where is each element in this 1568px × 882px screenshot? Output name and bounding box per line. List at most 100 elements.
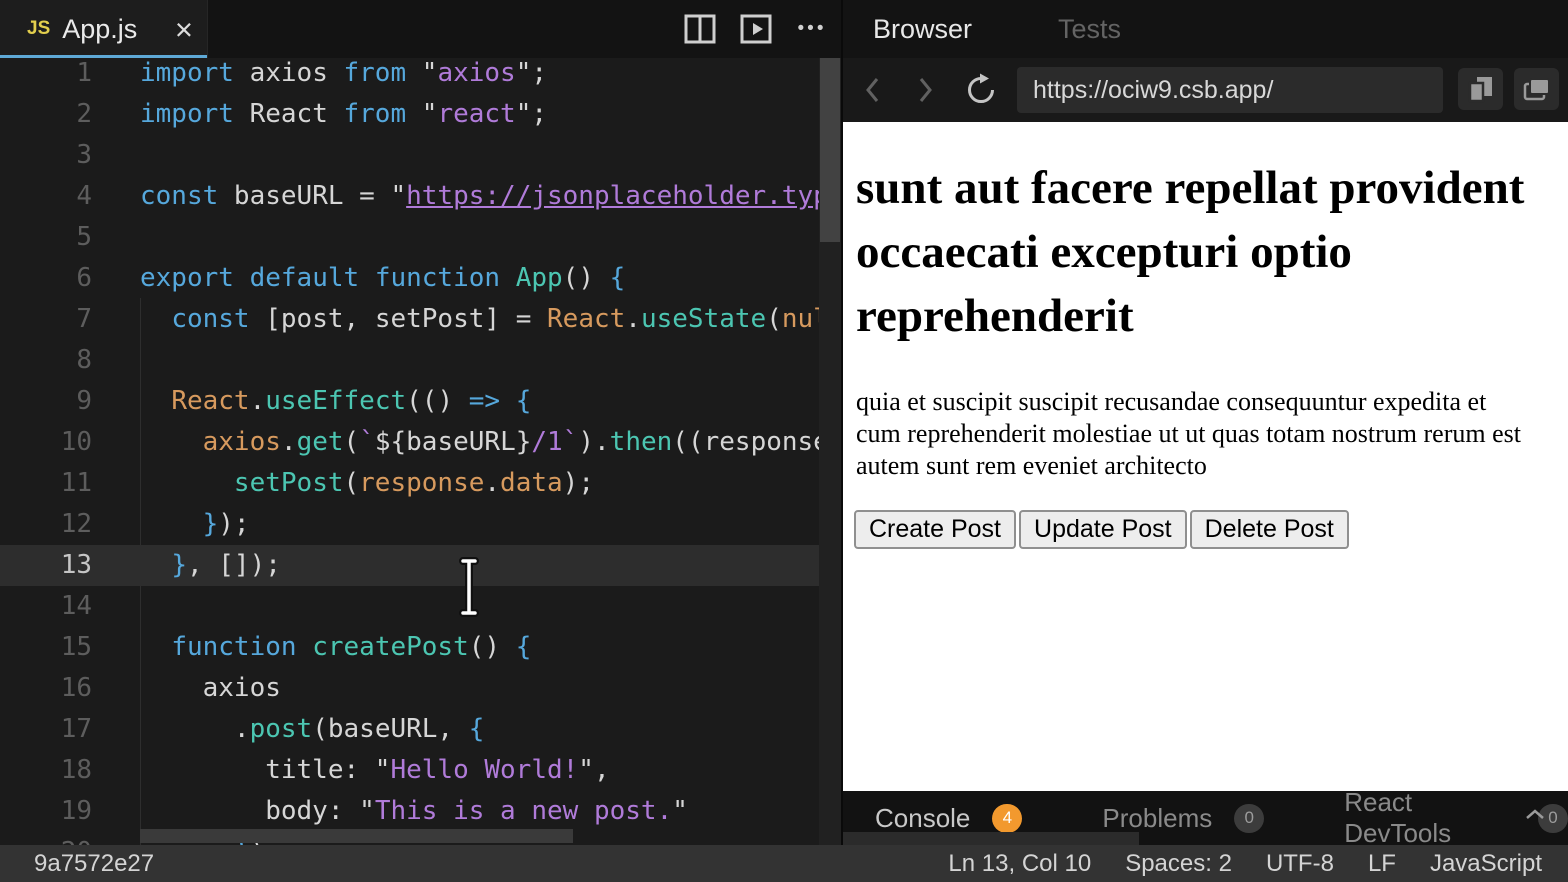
tab-label: App.js (62, 14, 137, 45)
line-number: 20 (0, 832, 92, 845)
code-line[interactable]: 12 }); (0, 504, 841, 545)
code-line[interactable]: 2import React from "react"; (0, 94, 841, 135)
delete-post-button[interactable]: Delete Post (1190, 510, 1349, 549)
devtools-active-strip (843, 832, 1139, 845)
refresh-button[interactable] (961, 58, 1001, 122)
update-post-button[interactable]: Update Post (1019, 510, 1187, 549)
code-line[interactable]: 11 setPost(response.data); (0, 463, 841, 504)
code-text (92, 586, 140, 627)
javascript-file-icon: JS (27, 18, 50, 40)
code-line[interactable]: 8 (0, 340, 841, 381)
status-item-javascript[interactable]: JavaScript (1430, 850, 1542, 878)
code-text: }); (92, 504, 250, 545)
code-line[interactable]: 5 (0, 217, 841, 258)
line-number: 11 (0, 463, 92, 504)
close-tab-icon[interactable]: × (175, 14, 193, 45)
status-right-items: Ln 13, Col 10 Spaces: 2 UTF-8 LF JavaScript (948, 850, 1542, 878)
preview-play-icon (740, 14, 772, 44)
editor-tabbar: JS App.js × ••• (0, 0, 841, 58)
line-number: 12 (0, 504, 92, 545)
new-window-icon (1468, 75, 1494, 103)
code-line[interactable]: 9 React.useEffect(() => { (0, 381, 841, 422)
post-body: quia et suscipit suscipit recusandae con… (843, 386, 1536, 482)
devtools-tab-label: React DevTools (1344, 787, 1516, 849)
line-number: 7 (0, 299, 92, 340)
line-number: 1 (0, 58, 92, 94)
chevron-left-icon (861, 72, 885, 108)
preview-tab-tests[interactable]: Tests (1058, 14, 1121, 45)
code-line[interactable]: 16 axios (0, 668, 841, 709)
post-title: sunt aut facere repellat provident occae… (843, 156, 1546, 348)
devtools-tab-console[interactable]: Console4 (875, 803, 1022, 834)
line-number: 13 (0, 545, 92, 586)
code-editor[interactable]: 1import axios from "axios";2import React… (0, 58, 841, 845)
code-line[interactable]: 4const baseURL = "https://jsonplaceholde… (0, 176, 841, 217)
commit-hash: 9a7572e27 (34, 850, 154, 878)
chevron-right-icon (913, 72, 937, 108)
code-text: axios.get(`${baseURL}/1`).then((response… (92, 422, 841, 463)
line-number: 15 (0, 627, 92, 668)
code-line[interactable]: 1import axios from "axios"; (0, 58, 841, 94)
chevron-up-icon (1524, 807, 1546, 821)
code-text: const baseURL = "https://jsonplaceholder… (92, 176, 841, 217)
more-actions-button[interactable]: ••• (789, 0, 835, 58)
devtools-tab-problems[interactable]: Problems0 (1102, 803, 1264, 834)
code-text: function createPost() { (92, 627, 531, 668)
url-input[interactable] (1017, 67, 1443, 113)
line-number: 17 (0, 709, 92, 750)
split-view-icon (684, 14, 716, 44)
code-line[interactable]: 14 (0, 586, 841, 627)
code-text: body: "This is a new post." (92, 791, 688, 832)
code-line[interactable]: 7 const [post, setPost] = React.useState… (0, 299, 841, 340)
count-badge: 4 (992, 804, 1022, 833)
text-cursor-icon (455, 556, 483, 618)
code-text: title: "Hello World!", (92, 750, 610, 791)
horizontal-scrollbar-thumb[interactable] (140, 829, 573, 843)
line-number: 14 (0, 586, 92, 627)
collapse-panel-button[interactable] (1524, 807, 1546, 826)
code-line[interactable]: 15 function createPost() { (0, 627, 841, 668)
code-line[interactable]: 3 (0, 135, 841, 176)
line-number: 19 (0, 791, 92, 832)
open-preview-button[interactable] (733, 0, 779, 58)
duplicate-preview-button[interactable] (1514, 68, 1559, 110)
editor-pane: JS App.js × ••• 1import (0, 0, 843, 845)
line-number: 10 (0, 422, 92, 463)
status-item-spaces-2[interactable]: Spaces: 2 (1125, 850, 1232, 878)
status-item-lf[interactable]: LF (1368, 850, 1396, 878)
code-line[interactable]: 6export default function App() { (0, 258, 841, 299)
codesandbox-window: JS App.js × ••• 1import (0, 0, 1568, 882)
line-number: 5 (0, 217, 92, 258)
code-text: axios (92, 668, 281, 709)
code-lines: 1import axios from "axios";2import React… (0, 58, 841, 845)
browser-viewport: sunt aut facere repellat provident occae… (843, 122, 1568, 791)
forward-button[interactable] (905, 58, 945, 122)
vertical-scrollbar[interactable] (819, 58, 841, 845)
browser-navbar (843, 58, 1568, 122)
line-number: 4 (0, 176, 92, 217)
code-text: }, []); (92, 545, 281, 586)
status-item-utf-8[interactable]: UTF-8 (1266, 850, 1334, 878)
split-editor-button[interactable] (677, 0, 723, 58)
code-line[interactable]: 17 .post(baseURL, { (0, 709, 841, 750)
code-line[interactable]: 13 }, []); (0, 545, 841, 586)
open-in-new-window-button[interactable] (1458, 68, 1503, 110)
ellipsis-icon: ••• (798, 18, 827, 40)
code-text (92, 340, 140, 381)
code-text: export default function App() { (92, 258, 625, 299)
preview-tab-browser[interactable]: Browser (873, 14, 972, 45)
line-number: 18 (0, 750, 92, 791)
line-number: 3 (0, 135, 92, 176)
line-number: 8 (0, 340, 92, 381)
status-item-ln-13-col-10[interactable]: Ln 13, Col 10 (948, 850, 1091, 878)
code-line[interactable]: 18 title: "Hello World!", (0, 750, 841, 791)
code-line[interactable]: 10 axios.get(`${baseURL}/1`).then((respo… (0, 422, 841, 463)
create-post-button[interactable]: Create Post (854, 510, 1016, 549)
tab-app-js[interactable]: JS App.js × (0, 0, 208, 58)
code-line[interactable]: 19 body: "This is a new post." (0, 791, 841, 832)
code-text (92, 135, 140, 176)
code-text: import axios from "axios"; (92, 58, 547, 94)
back-button[interactable] (853, 58, 893, 122)
vertical-scrollbar-thumb[interactable] (820, 58, 840, 242)
code-text (92, 217, 140, 258)
